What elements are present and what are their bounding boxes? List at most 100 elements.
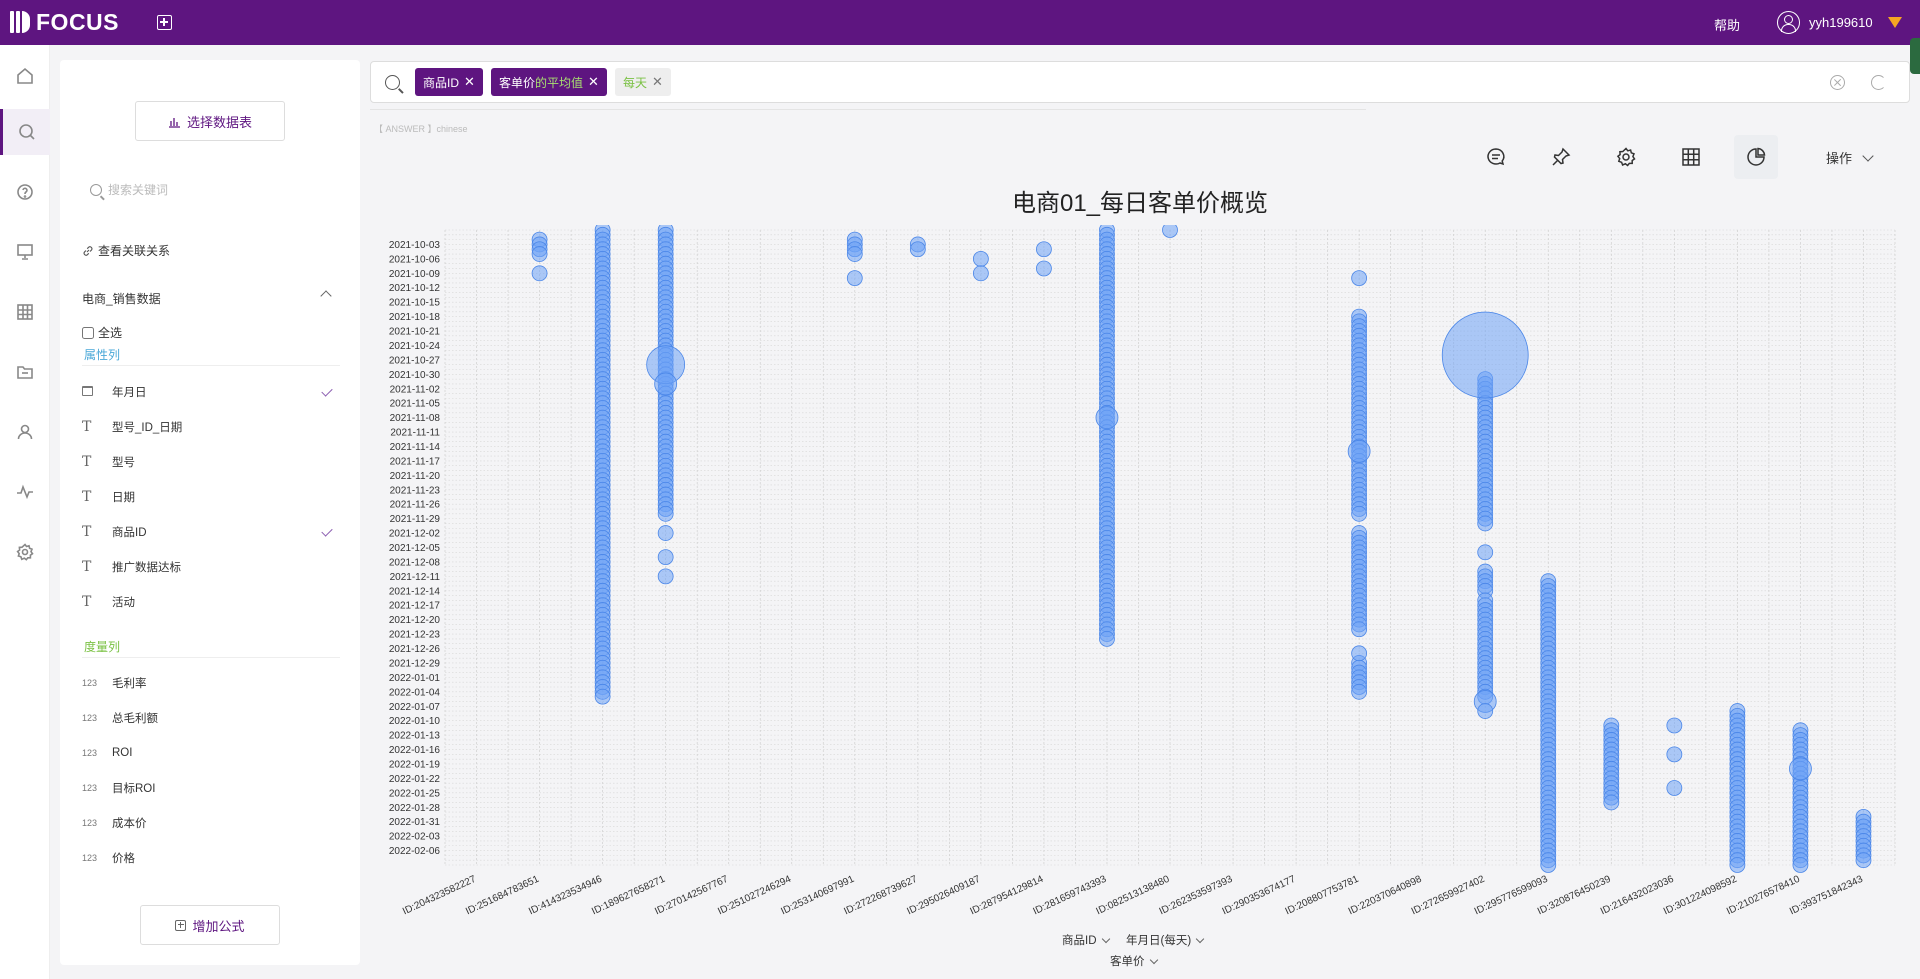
- close-icon[interactable]: ✕: [464, 74, 475, 90]
- field-row[interactable]: 123 目标ROI: [82, 778, 340, 798]
- field-row[interactable]: 123 毛利率: [82, 673, 340, 693]
- search-icon: [385, 75, 400, 90]
- nav-settings[interactable]: [0, 529, 50, 575]
- token-aggregation: 的平均值: [535, 75, 584, 90]
- y-axis-field-dropdown[interactable]: 年月日(每天): [1126, 932, 1205, 948]
- field-label: 商品ID: [112, 527, 147, 539]
- data-bubble: [1789, 757, 1812, 781]
- search-token[interactable]: 客单价的平均值 ✕: [491, 68, 607, 96]
- y-tick-label: 2022-01-01: [389, 673, 441, 684]
- focus-logo[interactable]: FOCUS: [10, 9, 119, 35]
- chevron-up-icon[interactable]: [320, 290, 332, 302]
- field-row[interactable]: 123 价格: [82, 848, 340, 868]
- y-tick-label: 2021-10-18: [389, 312, 441, 323]
- field-row[interactable]: T 日期: [82, 487, 340, 507]
- data-bubble: [1477, 515, 1494, 532]
- data-source-panel: 选择数据表 查看关联关系 电商_销售数据 全选 属性列 年月日 T 型号_ID_…: [60, 60, 360, 965]
- nav-user[interactable]: [0, 409, 50, 455]
- query-search-bar[interactable]: 商品ID ✕ 客单价的平均值 ✕ 每天 ✕: [370, 61, 1910, 103]
- y-axis-field-label: 年月日(每天): [1126, 935, 1192, 947]
- operations-dropdown[interactable]: 操作: [1826, 148, 1874, 167]
- field-label: 日期: [112, 492, 135, 504]
- section-divider: [82, 657, 340, 658]
- data-bubble: [1603, 794, 1620, 811]
- add-formula-label: 增加公式: [192, 918, 245, 934]
- select-all[interactable]: 全选: [82, 324, 122, 341]
- y-tick-label: 2021-12-02: [389, 529, 441, 540]
- field-row[interactable]: 年月日: [82, 382, 340, 402]
- close-icon[interactable]: ✕: [652, 74, 663, 90]
- y-tick-label: 2021-11-02: [390, 384, 441, 395]
- data-bubble: [1351, 645, 1368, 662]
- y-tick-label: 2021-10-09: [389, 269, 441, 280]
- measure-section-title: 度量列: [84, 640, 121, 654]
- nav-table[interactable]: [0, 289, 50, 335]
- comment-button[interactable]: [1474, 135, 1518, 179]
- section-divider: [82, 365, 340, 366]
- text-type-icon: T: [82, 419, 92, 435]
- y-tick-label: 2022-01-16: [389, 745, 441, 756]
- field-row[interactable]: 123 成本价: [82, 813, 340, 833]
- nav-home[interactable]: [0, 53, 50, 99]
- chart-view-button[interactable]: [1734, 135, 1778, 179]
- person-icon: [17, 424, 33, 440]
- search-token[interactable]: 每天 ✕: [615, 68, 671, 96]
- settings-button[interactable]: [1604, 135, 1648, 179]
- view-relations-link[interactable]: 查看关联关系: [82, 242, 170, 259]
- data-bubble: [1729, 857, 1746, 873]
- table-icon: [17, 304, 33, 320]
- refresh-icon[interactable]: [1871, 75, 1886, 90]
- keyword-search-input[interactable]: [108, 183, 308, 197]
- user-avatar-icon[interactable]: [1777, 11, 1800, 34]
- username[interactable]: yyh199610: [1809, 15, 1873, 30]
- home-icon: [17, 67, 33, 84]
- y-tick-label: 2022-01-10: [389, 716, 441, 727]
- y-tick-label: 2021-12-14: [389, 586, 441, 597]
- size-field-dropdown[interactable]: 客单价: [1110, 953, 1158, 969]
- y-tick-label: 2021-10-12: [389, 283, 441, 294]
- select-all-checkbox[interactable]: [82, 326, 94, 339]
- add-formula-button[interactable]: 增加公式: [140, 905, 280, 945]
- field-row[interactable]: 123 ROI: [82, 743, 340, 763]
- nav-folder[interactable]: [0, 349, 50, 395]
- data-bubble: [972, 250, 989, 267]
- y-tick-label: 2021-10-21: [389, 327, 441, 338]
- select-table-button[interactable]: 选择数据表: [135, 101, 285, 141]
- y-tick-label: 2021-11-11: [390, 428, 440, 439]
- nav-presentation[interactable]: [0, 229, 50, 275]
- token-label: 客单价: [499, 75, 536, 90]
- link-icon: [83, 245, 93, 256]
- nav-monitor[interactable]: [0, 469, 50, 515]
- bubble-chart[interactable]: 2021-10-03 2021-10-06 2021-10-09 2021-10-12…: [370, 225, 1910, 935]
- pin-icon: [1552, 147, 1571, 166]
- size-field-label: 客单价: [1110, 956, 1145, 968]
- table-icon: [1682, 148, 1700, 166]
- search-token[interactable]: 商品ID ✕: [415, 68, 483, 96]
- chart-title: 电商01_每日客单价概览: [1011, 190, 1269, 217]
- gear-icon: [16, 543, 34, 561]
- field-row[interactable]: T 型号_ID_日期: [82, 417, 340, 437]
- pin-button[interactable]: [1539, 135, 1583, 179]
- suggestion-divider: [370, 109, 1366, 110]
- x-axis-field-dropdown[interactable]: 商品ID: [1062, 932, 1110, 948]
- data-bubble: [1351, 270, 1368, 287]
- table-view-button[interactable]: [1669, 135, 1713, 179]
- check-icon: [321, 384, 333, 397]
- nav-search[interactable]: [0, 109, 50, 155]
- clear-icon[interactable]: [1830, 75, 1845, 90]
- field-row[interactable]: T 商品ID: [82, 522, 340, 542]
- data-bubble: [1855, 852, 1872, 869]
- new-tab-icon[interactable]: [157, 15, 172, 30]
- close-icon[interactable]: ✕: [588, 74, 599, 90]
- number-type-icon: 123: [82, 853, 98, 863]
- field-row[interactable]: T 推广数据达标: [82, 557, 340, 577]
- table-name[interactable]: 电商_销售数据: [82, 290, 161, 307]
- field-row[interactable]: T 活动: [82, 592, 340, 612]
- help-link[interactable]: 帮助: [1714, 15, 1740, 34]
- side-drawer-handle[interactable]: [1910, 38, 1920, 74]
- y-tick-label: 2021-12-11: [390, 572, 441, 583]
- field-row[interactable]: 123 总毛利额: [82, 708, 340, 728]
- nav-help[interactable]: [0, 169, 50, 215]
- field-row[interactable]: T 型号: [82, 452, 340, 472]
- field-label: 毛利率: [112, 678, 147, 690]
